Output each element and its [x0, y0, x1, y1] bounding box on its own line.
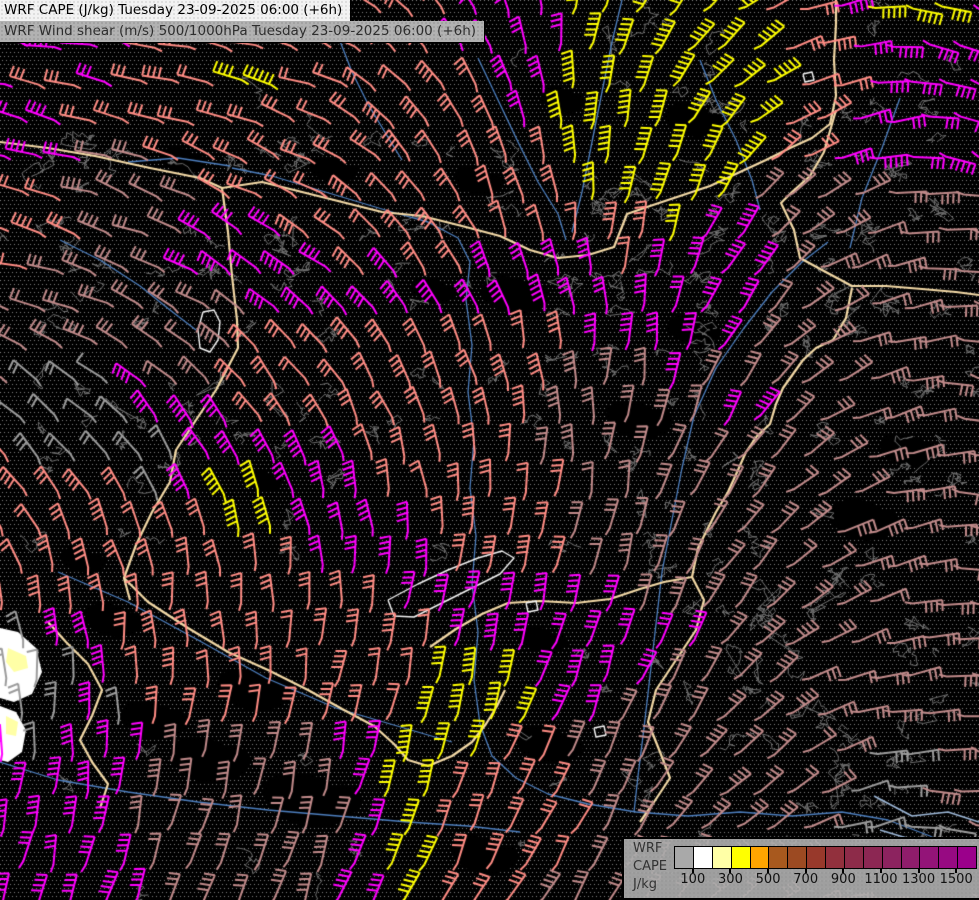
legend-cell	[675, 847, 694, 868]
legend-label-model: WRF	[633, 840, 667, 858]
legend-cell	[826, 847, 845, 868]
legend-tick-label: 1100	[864, 872, 897, 887]
legend-cell	[883, 847, 902, 868]
map-title-wind-shear: WRF Wind shear (m/s) 500/1000hPa Tuesday…	[0, 21, 485, 43]
legend-tick-label: 1500	[940, 872, 973, 887]
legend-cell	[920, 847, 939, 868]
legend-label-parameter: CAPE	[633, 858, 667, 876]
legend-cell	[769, 847, 788, 868]
legend-cell	[939, 847, 958, 868]
legend-cell	[694, 847, 713, 868]
map-title-wind-shear-text: WRF Wind shear (m/s) 500/1000hPa Tuesday…	[4, 23, 476, 39]
legend-cell	[864, 847, 883, 868]
legend-cell	[751, 847, 770, 868]
legend-cell	[807, 847, 826, 868]
legend-label-units: J/kg	[633, 876, 667, 894]
cape-color-legend: WRF CAPE J/kg 100 300 500 700 900 1100 1300 150…	[622, 837, 979, 900]
map-title-cape: WRF CAPE (J/kg) Tuesday 23-09-2025 06:00…	[0, 0, 351, 22]
weather-map-viewport: WRF CAPE (J/kg) Tuesday 23-09-2025 06:00…	[0, 0, 979, 900]
legend-cell	[845, 847, 864, 868]
legend-cell	[788, 847, 807, 868]
legend-tick-label: 500	[756, 872, 781, 887]
legend-cell	[902, 847, 921, 868]
legend-tick-label: 700	[793, 872, 818, 887]
legend-tick-label: 100	[680, 872, 705, 887]
weather-map-canvas	[0, 0, 979, 900]
legend-tick-label: 300	[718, 872, 743, 887]
legend-label-block: WRF CAPE J/kg	[633, 840, 667, 894]
legend-cell	[713, 847, 732, 868]
legend-cell	[958, 847, 976, 868]
legend-tick-label: 900	[831, 872, 856, 887]
legend-cell	[732, 847, 751, 868]
map-title-cape-text: WRF CAPE (J/kg) Tuesday 23-09-2025 06:00…	[4, 2, 342, 18]
legend-colorbar	[674, 846, 977, 869]
legend-tick-label: 1300	[902, 872, 935, 887]
